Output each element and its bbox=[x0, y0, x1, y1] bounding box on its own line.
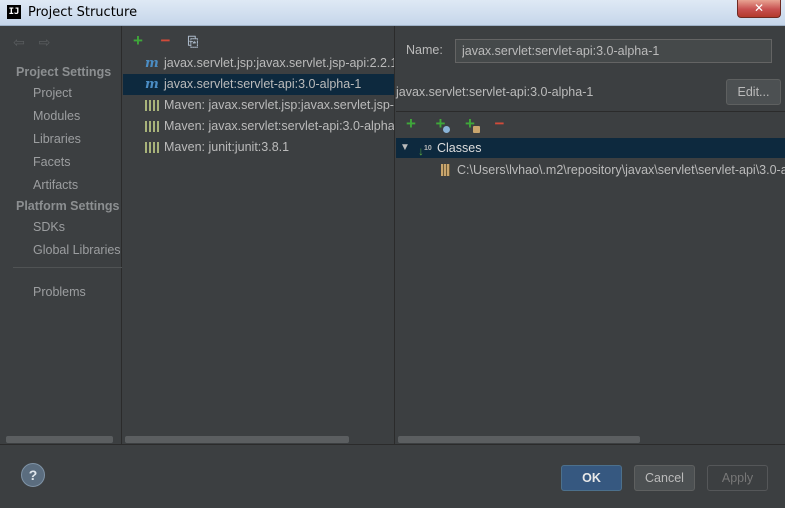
library-list-panel: + − ⎘ m javax.servlet.jsp:javax.servlet.… bbox=[123, 26, 395, 444]
nav-item-modules[interactable]: Modules bbox=[33, 109, 80, 123]
edit-library-button[interactable]: Edit... bbox=[726, 79, 781, 105]
expand-arrow-icon[interactable]: ▼ bbox=[400, 138, 410, 158]
library-list-item[interactable]: Maven: javax.servlet:servlet-api:3.0-alp… bbox=[123, 116, 394, 137]
library-bars-icon bbox=[145, 142, 160, 153]
jar-file-icon bbox=[441, 164, 450, 176]
detail-horizontal-scrollbar[interactable] bbox=[398, 436, 640, 443]
close-window-button[interactable]: ✕ bbox=[737, 0, 781, 18]
library-list-item-selected[interactable]: m javax.servlet:servlet-api:3.0-alpha-1 bbox=[123, 74, 394, 95]
nav-item-project[interactable]: Project bbox=[33, 86, 72, 100]
classes-root-icon: ↓10 bbox=[418, 144, 432, 158]
apply-button[interactable]: Apply bbox=[707, 465, 768, 491]
library-name-field[interactable] bbox=[455, 39, 772, 63]
project-settings-header: Project Settings bbox=[16, 65, 112, 79]
back-arrow-icon[interactable]: ⇦ bbox=[13, 34, 25, 50]
forward-arrow-icon[interactable]: ⇨ bbox=[39, 34, 51, 50]
attach-jar-button[interactable]: + bbox=[461, 115, 480, 133]
library-list-item[interactable]: Maven: junit:junit:3.8.1 bbox=[123, 137, 394, 158]
help-button[interactable]: ? bbox=[21, 463, 45, 487]
copy-library-button[interactable]: ⎘ bbox=[184, 33, 202, 51]
nav-item-sdks[interactable]: SDKs bbox=[33, 220, 65, 234]
settings-nav: ⇦ ⇨ Project Settings Project Modules Lib… bbox=[0, 26, 122, 444]
platform-settings-header: Platform Settings bbox=[16, 199, 120, 213]
library-list-item[interactable]: m javax.servlet.jsp:javax.servlet.jsp-ap… bbox=[123, 53, 394, 74]
attach-badge-icon bbox=[443, 126, 451, 133]
remove-root-button[interactable]: − bbox=[490, 115, 508, 133]
nav-divider bbox=[13, 267, 122, 268]
library-bars-icon bbox=[145, 121, 160, 132]
library-bars-icon bbox=[145, 100, 160, 111]
jar-path-tree-node[interactable]: C:\Users\lvhao\.m2\repository\javax\serv… bbox=[396, 160, 785, 180]
classes-tree-node[interactable]: ▼ ↓10 Classes bbox=[396, 138, 785, 158]
maven-m-icon: m bbox=[145, 56, 159, 71]
window-title: Project Structure bbox=[28, 5, 138, 20]
library-list-horizontal-scrollbar[interactable] bbox=[125, 436, 349, 443]
library-header: javax.servlet:servlet-api:3.0-alpha-1 bbox=[396, 85, 594, 99]
nav-item-artifacts[interactable]: Artifacts bbox=[33, 178, 78, 192]
library-detail-panel: Name: javax.servlet:servlet-api:3.0-alph… bbox=[396, 26, 785, 444]
intellij-app-icon: IJ bbox=[7, 5, 21, 19]
nav-item-facets[interactable]: Facets bbox=[33, 155, 71, 169]
nav-history: ⇦ ⇨ bbox=[13, 34, 60, 51]
title-bar: IJ Project Structure ✕ bbox=[0, 0, 785, 26]
maven-m-icon: m bbox=[145, 77, 159, 92]
ok-button[interactable]: OK bbox=[561, 465, 622, 491]
detail-divider bbox=[396, 111, 785, 112]
name-label: Name: bbox=[406, 43, 443, 57]
attach-classes-button[interactable]: + bbox=[431, 115, 451, 133]
classes-node-label: Classes bbox=[437, 141, 482, 155]
add-root-button[interactable]: + bbox=[402, 115, 420, 133]
jar-path-label: C:\Users\lvhao\.m2\repository\javax\serv… bbox=[457, 163, 785, 177]
add-library-button[interactable]: + bbox=[129, 32, 147, 50]
nav-item-global-libraries[interactable]: Global Libraries bbox=[33, 243, 121, 257]
nav-item-libraries[interactable]: Libraries bbox=[33, 132, 81, 146]
library-list-toolbar: + − ⎘ bbox=[129, 32, 208, 50]
jar-badge-icon bbox=[472, 126, 480, 133]
remove-library-button[interactable]: − bbox=[156, 32, 174, 50]
nav-horizontal-scrollbar[interactable] bbox=[6, 436, 113, 443]
cancel-button[interactable]: Cancel bbox=[634, 465, 695, 491]
library-roots-toolbar: + + + − bbox=[402, 115, 516, 133]
library-list-item[interactable]: Maven: javax.servlet.jsp:javax.servlet.j… bbox=[123, 95, 394, 116]
dialog-button-bar: ? OK Cancel Apply bbox=[0, 444, 785, 508]
nav-item-problems[interactable]: Problems bbox=[33, 285, 86, 299]
